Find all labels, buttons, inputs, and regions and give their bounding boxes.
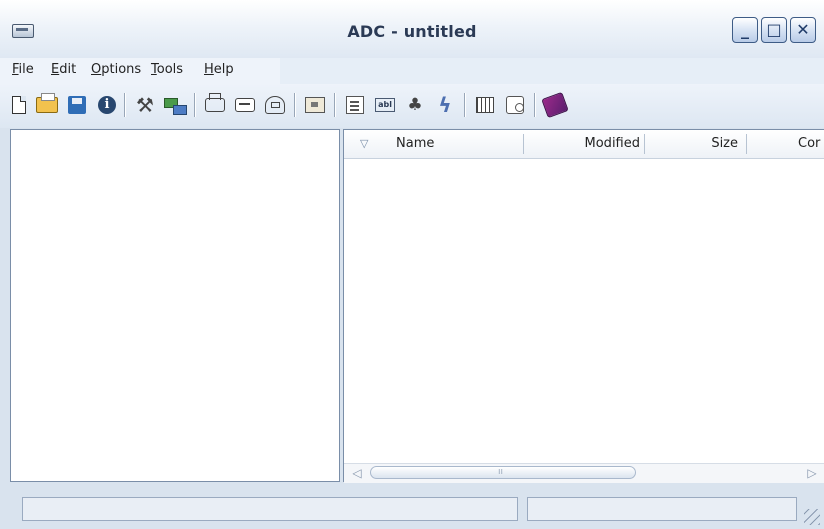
- toolbar: i ⚒ abl ♣ ϟ: [0, 84, 824, 128]
- report-icon: [506, 96, 524, 114]
- menu-file[interactable]: File: [12, 62, 34, 77]
- tools-button[interactable]: ⚒: [132, 92, 158, 118]
- table-icon: [476, 97, 494, 113]
- list-header: ▽ Name Modified Size Cor: [344, 130, 824, 159]
- properties-icon: [346, 96, 364, 114]
- book-icon: [541, 91, 569, 119]
- close-icon: ✕: [796, 20, 810, 39]
- save-icon: [68, 96, 86, 114]
- menu-edit[interactable]: Edit: [51, 62, 76, 77]
- text-field-button[interactable]: abl: [372, 92, 398, 118]
- menu-items: File Edit Options Tools Help: [0, 58, 280, 84]
- window-title: ADC - untitled: [347, 22, 477, 41]
- sort-indicator-icon[interactable]: ▽: [360, 130, 368, 158]
- menu-bar: File Edit Options Tools Help: [0, 58, 824, 84]
- report-button[interactable]: [502, 92, 528, 118]
- new-file-icon: [12, 96, 26, 114]
- column-header-name[interactable]: Name: [396, 130, 434, 158]
- open-folder-icon: [36, 93, 58, 113]
- tools-icon: ⚒: [136, 93, 154, 117]
- new-box-icon: [205, 93, 225, 112]
- toolbar-separator: [534, 93, 535, 117]
- status-panel-left: [22, 497, 518, 521]
- file-list-pane[interactable]: ▽ Name Modified Size Cor ◁ ıı ▷: [343, 129, 824, 483]
- flash-icon: ϟ: [438, 93, 452, 117]
- scroll-grip: ıı: [498, 467, 504, 477]
- maximize-icon: □: [766, 20, 782, 39]
- book-button[interactable]: [541, 91, 569, 119]
- save-button[interactable]: [64, 92, 90, 118]
- column-header-comment[interactable]: Cor: [798, 130, 820, 158]
- scroll-right-icon[interactable]: ▷: [805, 466, 819, 480]
- toolbar-separator: [334, 93, 335, 117]
- network-button[interactable]: [162, 92, 188, 118]
- minimize-icon: _: [741, 20, 749, 39]
- maximize-button[interactable]: □: [761, 17, 787, 43]
- title-bar[interactable]: ADC - untitled _ □ ✕: [0, 0, 824, 58]
- minimize-button[interactable]: _: [732, 17, 758, 43]
- toolbar-separator: [194, 93, 195, 117]
- text-field-icon: abl: [375, 98, 395, 112]
- new-button[interactable]: [6, 92, 32, 118]
- column-header-size[interactable]: Size: [642, 130, 738, 158]
- column-header-modified[interactable]: Modified: [525, 130, 640, 158]
- open-button[interactable]: [34, 92, 60, 118]
- toolbar-separator: [464, 93, 465, 117]
- users-icon: ♣: [407, 95, 423, 115]
- resize-grip-icon[interactable]: [804, 509, 820, 525]
- flash-button[interactable]: ϟ: [432, 92, 458, 118]
- properties-button[interactable]: [342, 92, 368, 118]
- users-button[interactable]: ♣: [402, 92, 428, 118]
- status-bar: [0, 484, 824, 529]
- table-button[interactable]: [472, 92, 498, 118]
- new-box-button[interactable]: [202, 92, 228, 118]
- scroll-left-icon[interactable]: ◁: [350, 466, 364, 480]
- column-divider[interactable]: [746, 134, 747, 154]
- info-icon: i: [98, 96, 116, 114]
- app-window: ADC - untitled _ □ ✕ File Edit Options T…: [0, 0, 824, 529]
- tray-button[interactable]: [232, 92, 258, 118]
- tray-icon: [235, 98, 255, 112]
- scroll-thumb[interactable]: ıı: [370, 466, 636, 479]
- horizontal-scrollbar[interactable]: ◁ ıı ▷: [344, 463, 824, 483]
- tree-pane[interactable]: [10, 129, 340, 482]
- folder-box-button[interactable]: [302, 92, 328, 118]
- folder-box-icon: [305, 97, 325, 113]
- column-divider[interactable]: [523, 134, 524, 154]
- network-icon: [164, 96, 187, 115]
- menu-tools[interactable]: Tools: [151, 62, 183, 77]
- close-button[interactable]: ✕: [790, 17, 816, 43]
- disc-button[interactable]: [262, 92, 288, 118]
- menu-help[interactable]: Help: [204, 62, 234, 77]
- status-panel-right: [527, 497, 797, 521]
- info-button[interactable]: i: [94, 92, 120, 118]
- toolbar-separator: [294, 93, 295, 117]
- toolbar-separator: [124, 93, 125, 117]
- disc-icon: [265, 96, 285, 114]
- menu-options[interactable]: Options: [91, 62, 141, 77]
